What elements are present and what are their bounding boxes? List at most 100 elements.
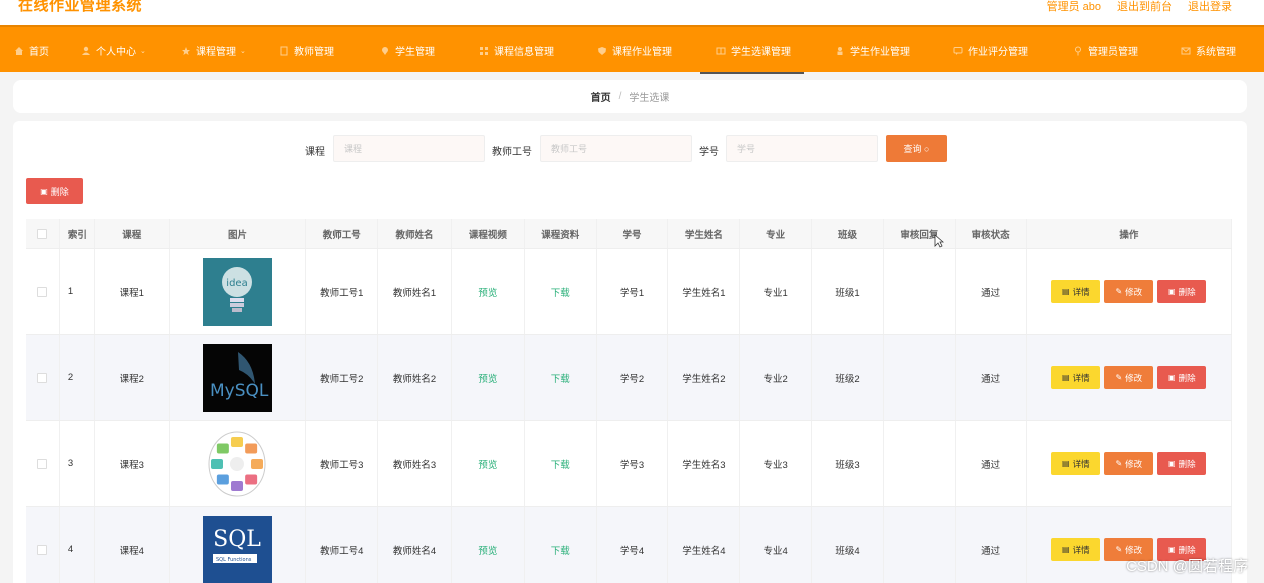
download-link[interactable]: 下载 <box>551 285 570 299</box>
book-icon <box>716 46 726 56</box>
row-checkbox[interactable] <box>37 372 48 383</box>
cell-image: MySQL <box>170 335 307 420</box>
cell-student_no: 学号1 <box>597 249 669 334</box>
cell-video[interactable]: 预览 <box>452 249 525 334</box>
cell-text: 专业3 <box>763 459 788 471</box>
detail-button[interactable]: ▤ 详情 <box>1051 280 1101 303</box>
download-link[interactable]: 下载 <box>551 457 570 471</box>
nav-item-4[interactable]: 学生管理 <box>380 27 435 74</box>
cell-text: 学号2 <box>619 373 645 385</box>
cell-major: 专业4 <box>740 507 813 583</box>
nav-item-1[interactable]: 个人中心 ⌄ <box>81 27 146 74</box>
cell-student_name: 学生姓名4 <box>668 507 741 583</box>
preview-link[interactable]: 预览 <box>478 457 497 471</box>
document-icon: ▤ <box>1062 287 1070 296</box>
detail-button[interactable]: ▤ 详情 <box>1051 538 1101 561</box>
cell-reply <box>884 335 956 420</box>
download-link[interactable]: 下载 <box>551 543 570 557</box>
nav-label: 学生选课管理 <box>731 47 791 58</box>
cell-material[interactable]: 下载 <box>525 335 597 420</box>
nav-label: 学生作业管理 <box>850 47 910 58</box>
row-checkbox[interactable] <box>37 544 48 555</box>
cell-text: 教师姓名2 <box>392 373 437 385</box>
delete-button-label: 删除 <box>1178 458 1196 469</box>
nav-label: 首页 <box>29 47 49 58</box>
pencil-icon: ✎ <box>1115 545 1123 554</box>
select-all-checkbox[interactable] <box>37 228 48 239</box>
cell-text: 学生姓名1 <box>682 287 726 299</box>
cell-index: 2 <box>60 335 95 420</box>
preview-link[interactable]: 预览 <box>478 543 497 557</box>
cell-video[interactable]: 预览 <box>452 507 525 583</box>
nav-item-8[interactable]: 学生作业管理 <box>835 27 910 74</box>
cell-material[interactable]: 下载 <box>525 421 597 506</box>
preview-link[interactable]: 预览 <box>478 285 497 299</box>
breadcrumb: 首页 / 学生选课 <box>13 80 1247 113</box>
delete-button[interactable]: ▣ 删除 <box>1157 452 1207 475</box>
cell-text: 学号4 <box>619 545 645 557</box>
table-body: 1 课程1 idea 教师工号1 教师姓名1 预览 下载 学号1 学生姓名1 专业1 班级1 通过 ▤ 详… <box>26 249 1233 583</box>
cell-text: 3 <box>67 458 74 469</box>
delete-button[interactable]: ▣ 删除 <box>1157 280 1207 303</box>
svg-text:idea: idea <box>226 278 247 289</box>
back-to-front-link[interactable]: 退出到前台 <box>1117 0 1172 14</box>
cell-major: 专业3 <box>740 421 813 506</box>
detail-button[interactable]: ▤ 详情 <box>1051 366 1101 389</box>
document-icon: ▤ <box>1062 459 1070 468</box>
cell-class: 班级2 <box>812 335 884 420</box>
cell-text: 学号3 <box>619 459 645 471</box>
batch-delete-button[interactable]: ▣ 删除 <box>26 178 83 204</box>
cell-text: 专业1 <box>763 287 788 299</box>
cell-video[interactable]: 预览 <box>452 421 525 506</box>
breadcrumb-home[interactable]: 首页 <box>591 89 611 104</box>
edit-button[interactable]: ✎ 修改 <box>1104 452 1154 475</box>
trash-icon: ▣ <box>1168 287 1176 296</box>
cell-class: 班级4 <box>812 507 884 583</box>
cell-video[interactable]: 预览 <box>452 335 525 420</box>
nav-item-6[interactable]: 课程作业管理 <box>597 27 672 74</box>
row-checkbox[interactable] <box>37 286 48 297</box>
nav-item-3[interactable]: 教师管理 <box>279 27 334 74</box>
cell-course: 课程4 <box>95 507 170 583</box>
teacher-no-search-input[interactable] <box>540 135 692 162</box>
cell-text: 4 <box>67 544 74 555</box>
edit-button[interactable]: ✎ 修改 <box>1104 280 1154 303</box>
detail-button[interactable]: ▤ 详情 <box>1051 452 1101 475</box>
shield-icon <box>597 46 607 56</box>
cell-material[interactable]: 下载 <box>525 249 597 334</box>
nav-item-2[interactable]: 课程管理 ⌄ <box>181 27 246 74</box>
nav-item-10[interactable]: 管理员管理 <box>1073 27 1138 74</box>
table-row: 1 课程1 idea 教师工号1 教师姓名1 预览 下载 学号1 学生姓名1 专业1 班级1 通过 ▤ 详… <box>26 249 1233 335</box>
cell-student_no: 学号3 <box>597 421 669 506</box>
course-search-input[interactable] <box>333 135 485 162</box>
chevron-down-icon: ⌄ <box>140 47 146 55</box>
table-header: 索引 课程 图片 教师工号 教师姓名 课程视频 课程资料 学号 学生姓名 专业 班级 审核回复 审核状态… <box>26 219 1233 249</box>
nav-item-9[interactable]: 作业评分管理 <box>953 27 1028 74</box>
admin-user-label[interactable]: 管理员 abo <box>1047 0 1101 14</box>
cell-material[interactable]: 下载 <box>525 507 597 583</box>
logout-link[interactable]: 退出登录 <box>1188 0 1232 14</box>
cell-text: 教师工号2 <box>320 373 364 385</box>
nav-item-11[interactable]: 系统管理 <box>1181 27 1236 74</box>
column-header: 教师姓名 <box>378 219 452 248</box>
home-icon <box>14 46 24 56</box>
nav-item-7[interactable]: 学生选课管理 <box>700 27 804 74</box>
nav-item-0[interactable]: 首页 <box>14 27 49 74</box>
query-button[interactable]: 查询 ○ <box>886 135 947 162</box>
cell-text: 班级4 <box>835 545 860 557</box>
nav-item-5[interactable]: 课程信息管理 <box>479 27 554 74</box>
delete-button[interactable]: ▣ 删除 <box>1157 366 1207 389</box>
edit-button[interactable]: ✎ 修改 <box>1104 366 1154 389</box>
cell-text: 班级3 <box>835 459 860 471</box>
course-image <box>203 429 272 498</box>
row-checkbox[interactable] <box>37 458 48 469</box>
nav-label: 课程管理 <box>196 47 236 58</box>
cell-major: 专业2 <box>740 335 813 420</box>
student-no-search-input[interactable] <box>726 135 878 162</box>
cell-text: 专业4 <box>763 545 788 557</box>
star-icon <box>181 46 191 56</box>
cell-student_no: 学号4 <box>597 507 669 583</box>
preview-link[interactable]: 预览 <box>478 371 497 385</box>
download-link[interactable]: 下载 <box>551 371 570 385</box>
cell-text: 课程1 <box>119 287 144 299</box>
